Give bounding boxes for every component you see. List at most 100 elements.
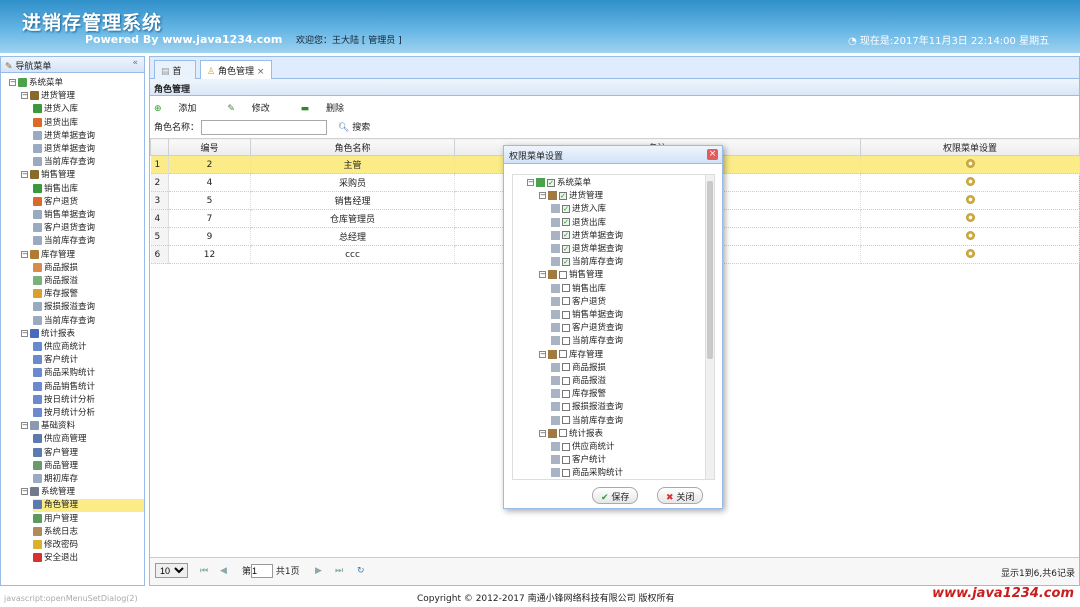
expand-toggle-icon[interactable]: −	[539, 271, 546, 279]
checked-checkbox[interactable]: ✓	[562, 231, 570, 240]
permission-item[interactable]: 报损报溢查询	[551, 401, 623, 414]
checkbox[interactable]	[559, 270, 567, 279]
sidebar-item[interactable]: 退货出库	[33, 117, 144, 130]
checkbox[interactable]	[562, 442, 570, 451]
checkbox[interactable]	[562, 284, 570, 293]
sidebar-item[interactable]: 商品销售统计	[33, 381, 144, 394]
page-input[interactable]	[251, 564, 274, 578]
permission-item[interactable]: − 销售管理	[539, 269, 603, 282]
sidebar-item[interactable]: 修改密码	[33, 539, 144, 552]
sidebar-item[interactable]: 进货单据查询	[33, 130, 144, 143]
sidebar-item[interactable]: 当前库存查询	[33, 156, 144, 169]
sidebar-item[interactable]: 库存报警	[33, 288, 144, 301]
expand-toggle-icon[interactable]: −	[21, 488, 28, 496]
dialog-close-icon[interactable]: ×	[707, 149, 718, 160]
sidebar-item[interactable]: − 系统管理	[21, 486, 144, 499]
expand-toggle-icon[interactable]: −	[539, 192, 546, 200]
sidebar-item[interactable]: 商品管理	[33, 460, 144, 473]
sidebar-item[interactable]: 客户管理	[33, 447, 144, 460]
permission-item[interactable]: 客户统计	[551, 454, 606, 467]
first-page-icon[interactable]: ⏮	[200, 566, 208, 576]
save-button[interactable]: ✔ 保存	[592, 487, 639, 504]
permission-item[interactable]: 当前库存查询	[551, 415, 623, 428]
page-size-select[interactable]: 10	[155, 563, 188, 578]
gear-icon[interactable]	[965, 230, 975, 240]
sidebar-item[interactable]: 销售出库	[33, 183, 144, 196]
sidebar-item[interactable]: 退货单据查询	[33, 143, 144, 156]
permission-item[interactable]: ✓ 退货单据查询	[551, 243, 623, 256]
expand-toggle-icon[interactable]: −	[21, 422, 28, 430]
refresh-icon[interactable]: ↻	[357, 566, 365, 576]
sidebar-item[interactable]: 供应商管理	[33, 433, 144, 446]
checkbox[interactable]	[562, 297, 570, 306]
col-id[interactable]: 编号	[168, 138, 251, 156]
sidebar-item[interactable]: − 统计报表	[21, 328, 144, 341]
sidebar-item[interactable]: 客户退货查询	[33, 222, 144, 235]
sidebar-item[interactable]: 报损报溢查询	[33, 301, 144, 314]
tab-home[interactable]: ▤ 首页	[154, 60, 196, 90]
checkbox[interactable]	[562, 323, 570, 332]
sidebar-item[interactable]: 用户管理	[33, 513, 144, 526]
sidebar-item[interactable]: 期初库存	[33, 473, 144, 486]
role-name-input[interactable]	[201, 120, 328, 135]
col-role-name[interactable]: 角色名称	[250, 138, 455, 156]
close-button[interactable]: ✖ 关闭	[657, 487, 704, 504]
sidebar-item[interactable]: 商品采购统计	[33, 367, 144, 380]
next-page-icon[interactable]: ▶	[315, 566, 322, 576]
expand-toggle-icon[interactable]: −	[9, 79, 16, 86]
checked-checkbox[interactable]: ✓	[547, 178, 555, 187]
last-page-icon[interactable]: ⏭	[335, 566, 343, 576]
tab-close-icon[interactable]: ×	[257, 67, 265, 77]
permission-item[interactable]: 商品报溢	[551, 375, 606, 388]
checked-checkbox[interactable]: ✓	[562, 204, 570, 213]
checked-checkbox[interactable]: ✓	[559, 191, 567, 200]
checkbox[interactable]	[562, 455, 570, 464]
edit-button[interactable]: ✎ 修改	[227, 104, 283, 114]
checkbox[interactable]	[562, 468, 570, 477]
sidebar-item[interactable]: 角色管理	[33, 499, 144, 513]
expand-toggle-icon[interactable]: −	[21, 171, 28, 179]
permission-item[interactable]: 当前库存查询	[551, 335, 623, 348]
permission-item[interactable]: ✓ 进货入库	[551, 203, 606, 216]
permission-item[interactable]: 销售单据查询	[551, 309, 623, 322]
gear-icon[interactable]	[965, 212, 975, 222]
checkbox[interactable]	[559, 429, 567, 438]
tab-role-management[interactable]: ♙ 角色管理 ×	[200, 60, 272, 80]
expand-toggle-icon[interactable]: −	[21, 329, 28, 337]
permission-item[interactable]: 供应商统计	[551, 441, 615, 454]
gear-icon[interactable]	[965, 194, 975, 204]
sidebar-item[interactable]: 商品报损	[33, 262, 144, 275]
permission-item[interactable]: 商品采购统计	[551, 467, 623, 479]
scrollbar-thumb[interactable]	[707, 181, 713, 359]
gear-icon[interactable]	[965, 176, 975, 186]
prev-page-icon[interactable]: ◀	[220, 566, 227, 576]
gear-icon[interactable]	[965, 248, 975, 258]
permission-item[interactable]: ✓ 当前库存查询	[551, 256, 623, 269]
sidebar-item[interactable]: 安全退出	[33, 552, 144, 565]
sidebar-item[interactable]: − 进货管理	[21, 90, 144, 103]
expand-toggle-icon[interactable]: −	[539, 429, 546, 437]
permission-item[interactable]: ✓ 进货单据查询	[551, 230, 623, 243]
collapse-icon[interactable]: «	[132, 58, 138, 68]
permission-item[interactable]: − 统计报表	[539, 428, 603, 441]
expand-toggle-icon[interactable]: −	[21, 92, 28, 100]
permission-item[interactable]: − ✓ 系统菜单	[527, 177, 591, 190]
sidebar-item[interactable]: 系统日志	[33, 526, 144, 539]
sidebar-item[interactable]: 当前库存查询	[33, 315, 144, 328]
permission-item[interactable]: ✓ 退货出库	[551, 217, 606, 230]
permission-item[interactable]: 库存报警	[551, 388, 606, 401]
col-permission[interactable]: 权限菜单设置	[860, 138, 1080, 156]
sidebar-item[interactable]: 按日统计分析	[33, 394, 144, 407]
permission-item[interactable]: 销售出库	[551, 283, 606, 296]
permission-item[interactable]: − ✓ 进货管理	[539, 190, 603, 203]
checkbox[interactable]	[559, 350, 567, 359]
permission-item[interactable]: 客户退货	[551, 296, 606, 309]
scrollbar[interactable]	[705, 175, 714, 479]
sidebar-item[interactable]: − 库存管理	[21, 249, 144, 262]
permission-item[interactable]: 商品报损	[551, 362, 606, 375]
expand-toggle-icon[interactable]: −	[539, 350, 546, 358]
checkbox[interactable]	[562, 363, 570, 372]
sidebar-item[interactable]: − 销售管理	[21, 169, 144, 182]
sidebar-item[interactable]: 按月统计分析	[33, 407, 144, 420]
checkbox[interactable]	[562, 389, 570, 398]
